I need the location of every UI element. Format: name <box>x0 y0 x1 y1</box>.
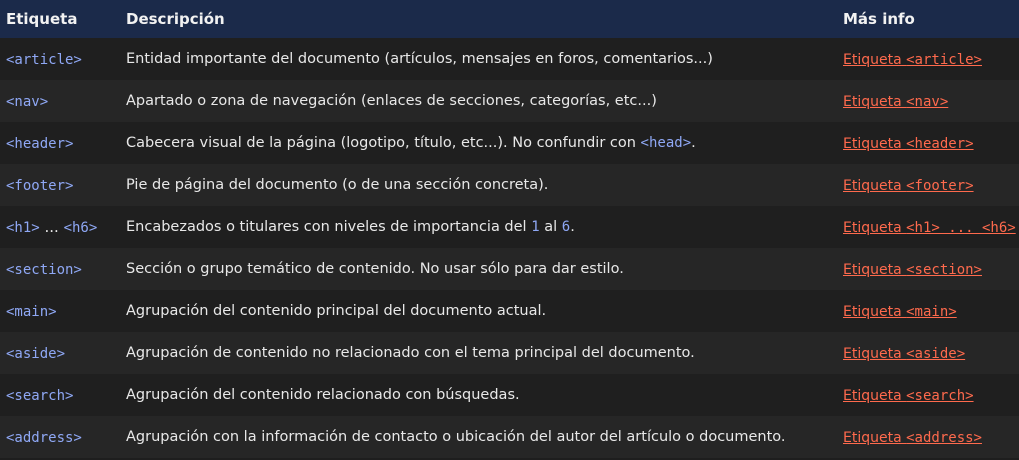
description-cell: Entidad importante del documento (artícu… <box>126 51 713 67</box>
link-text: Etiqueta <box>843 304 907 320</box>
more-info-link[interactable]: Etiqueta <footer> <box>843 178 974 194</box>
tag-code: <main> <box>6 304 57 320</box>
table-row: <footer> Pie de página del documento (o … <box>0 164 1019 206</box>
header-mas-info: Más info <box>843 10 915 28</box>
html-tags-table: Etiqueta Descripción Más info <article> … <box>0 0 1019 458</box>
header-descripcion: Descripción <box>126 10 225 28</box>
table-row: <nav> Apartado o zona de navegación (enl… <box>0 80 1019 122</box>
link-text: Etiqueta <box>843 346 907 362</box>
table-row: <h1> ... <h6> Encabezados o titulares co… <box>0 206 1019 248</box>
tag-cell: <h1> ... <h6> <box>0 206 120 248</box>
more-info-cell: Etiqueta <footer> <box>837 164 1019 206</box>
link-code: <section> <box>906 262 982 278</box>
desc-text: . <box>570 219 575 235</box>
link-text: Etiqueta <box>843 52 907 68</box>
link-code: <nav> <box>906 94 949 110</box>
link-code: <address> <box>906 430 982 446</box>
link-code: <search> <box>906 388 974 404</box>
table-row: <main> Agrupación del contenido principa… <box>0 290 1019 332</box>
description-cell: Pie de página del documento (o de una se… <box>126 177 549 193</box>
link-text: Etiqueta <box>843 388 907 404</box>
tag-cell: <aside> <box>0 332 120 374</box>
table-row: <article> Entidad importante del documen… <box>0 38 1019 80</box>
link-text: Etiqueta <box>843 94 907 110</box>
more-info-cell: Etiqueta <section> <box>837 248 1019 290</box>
desc-text: . <box>691 135 696 151</box>
more-info-link[interactable]: Etiqueta <header> <box>843 136 974 152</box>
desc-text: Encabezados o titulares con niveles de i… <box>126 219 532 235</box>
tag-cell: <article> <box>0 38 120 80</box>
tag-cell: <nav> <box>0 80 120 122</box>
more-info-link[interactable]: Etiqueta <section> <box>843 262 982 278</box>
tag-cell: <main> <box>0 290 120 332</box>
tag-cell: <header> <box>0 122 120 164</box>
more-info-cell: Etiqueta <search> <box>837 374 1019 416</box>
link-text: Etiqueta <box>843 136 907 152</box>
link-code: <main> <box>906 304 957 320</box>
link-text: Etiqueta <box>843 430 907 446</box>
more-info-link[interactable]: Etiqueta <aside> <box>843 346 965 362</box>
desc-code: <head> <box>640 135 692 151</box>
more-info-link[interactable]: Etiqueta <address> <box>843 430 982 446</box>
link-code: <h1> ... <h6> <box>906 220 1016 236</box>
tag-code: <article> <box>6 52 82 68</box>
tag-sep: ... <box>39 218 64 236</box>
tag-code: <h6> <box>63 220 98 236</box>
tag-cell: <footer> <box>0 164 120 206</box>
link-text: Etiqueta <box>843 262 907 278</box>
description-cell: Agrupación de contenido no relacionado c… <box>126 345 695 361</box>
description-cell: Agrupación con la información de contact… <box>126 429 786 445</box>
tag-cell: <address> <box>0 416 120 458</box>
link-text: Etiqueta <box>843 178 907 194</box>
link-code: <footer> <box>906 178 974 194</box>
more-info-cell: Etiqueta <article> <box>837 38 1019 80</box>
description-cell: Sección o grupo temático de contenido. N… <box>126 261 624 277</box>
more-info-link[interactable]: Etiqueta <nav> <box>843 94 948 110</box>
description-cell: Agrupación del contenido relacionado con… <box>126 387 520 403</box>
description-cell: Cabecera visual de la página (logotipo, … <box>120 122 837 164</box>
tag-cell: <section> <box>0 248 120 290</box>
table-row: <search> Agrupación del contenido relaci… <box>0 374 1019 416</box>
tag-code: <address> <box>6 430 82 446</box>
description-cell: Agrupación del contenido principal del d… <box>126 303 547 319</box>
tag-code: <section> <box>6 262 82 278</box>
desc-text: al <box>539 219 562 235</box>
link-text: Etiqueta <box>843 220 907 236</box>
table-row: <address> Agrupación con la información … <box>0 416 1019 458</box>
tag-cell: <search> <box>0 374 120 416</box>
more-info-link[interactable]: Etiqueta <h1> ... <h6> <box>843 220 1016 236</box>
tag-code: <header> <box>6 136 74 152</box>
more-info-cell: Etiqueta <aside> <box>837 332 1019 374</box>
more-info-cell: Etiqueta <h1> ... <h6> <box>837 206 1019 248</box>
link-code: <header> <box>906 136 974 152</box>
link-code: <article> <box>906 52 982 68</box>
more-info-cell: Etiqueta <main> <box>837 290 1019 332</box>
more-info-cell: Etiqueta <nav> <box>837 80 1019 122</box>
table-row: <section> Sección o grupo temático de co… <box>0 248 1019 290</box>
more-info-link[interactable]: Etiqueta <main> <box>843 304 957 320</box>
more-info-cell: Etiqueta <header> <box>837 122 1019 164</box>
more-info-link[interactable]: Etiqueta <search> <box>843 388 974 404</box>
tag-code: <nav> <box>6 94 49 110</box>
more-info-link[interactable]: Etiqueta <article> <box>843 52 982 68</box>
desc-text: Cabecera visual de la página (logotipo, … <box>126 135 641 151</box>
table-header-row: Etiqueta Descripción Más info <box>0 0 1019 38</box>
tag-code: <aside> <box>6 346 66 362</box>
description-cell: Apartado o zona de navegación (enlaces d… <box>126 93 657 109</box>
tag-code: <h1> <box>6 220 40 236</box>
tag-code: <footer> <box>6 178 74 194</box>
desc-number: 1 <box>531 219 540 235</box>
desc-number: 6 <box>561 219 571 235</box>
description-cell: Encabezados o titulares con niveles de i… <box>120 206 837 248</box>
table-row: <header> Cabecera visual de la página (l… <box>0 122 1019 164</box>
tag-code: <search> <box>6 388 74 404</box>
more-info-cell: Etiqueta <address> <box>837 416 1019 458</box>
link-code: <aside> <box>906 346 966 362</box>
table-row: <aside> Agrupación de contenido no relac… <box>0 332 1019 374</box>
header-etiqueta: Etiqueta <box>6 10 78 28</box>
